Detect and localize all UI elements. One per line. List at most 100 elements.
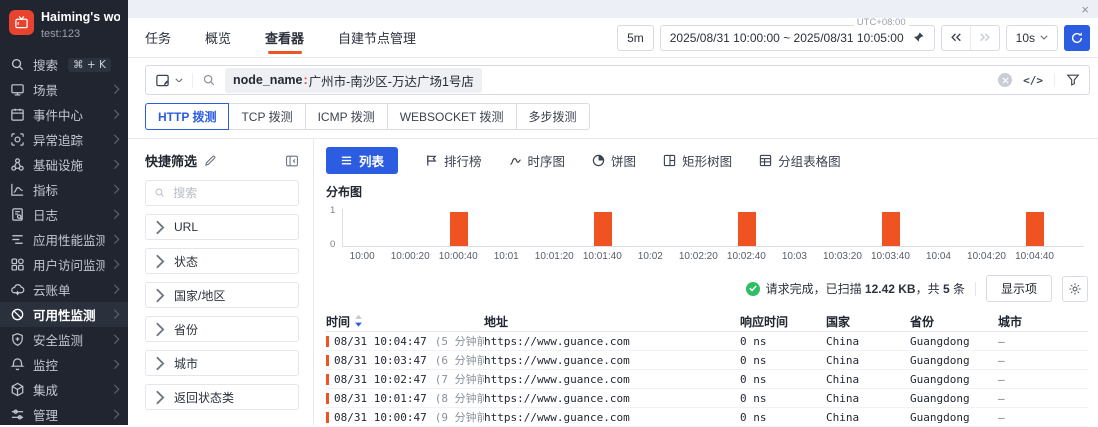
row-url: https://www.guance.com	[484, 373, 740, 386]
filter-item-province[interactable]: 省份	[145, 316, 299, 342]
management-icon	[10, 407, 25, 422]
sidebar-item-infrastructure[interactable]: 基础设施	[0, 152, 128, 177]
sidebar-item-event-center[interactable]: 事件中心	[0, 102, 128, 127]
view-tab-treemap[interactable]: 矩形树图	[663, 147, 732, 174]
double-chevron-left-icon	[950, 33, 962, 42]
logs-icon	[10, 207, 25, 222]
chevron-right-icon	[113, 284, 120, 295]
sidebar-item-scenes[interactable]: 场景	[0, 77, 128, 102]
filter-item-return-status-class[interactable]: 返回状态类	[145, 384, 299, 410]
time-back-button[interactable]	[942, 26, 970, 50]
collapse-panel-icon[interactable]	[285, 154, 299, 168]
time-forward-button[interactable]	[970, 26, 999, 50]
filter-item-status[interactable]: 状态	[145, 248, 299, 274]
sidebar-search[interactable]: 搜索 ⌘ + K	[0, 52, 128, 77]
column-header-response[interactable]: 响应时间	[740, 313, 826, 330]
query-search-box[interactable]: node_name:广州市-南沙区-万达广场1号店 </>	[145, 65, 1090, 95]
row-url: https://www.guance.com	[484, 392, 740, 405]
distribution-bar[interactable]	[450, 212, 468, 246]
sidebar-item-error-tracing[interactable]: 异常追踪	[0, 127, 128, 152]
tab-overview[interactable]: 概览	[205, 18, 231, 57]
column-header-url[interactable]: 地址	[484, 313, 740, 330]
table-row[interactable]: 08/31 10:04:47 (5 分钟前) https://www.guanc…	[326, 332, 1088, 351]
distribution-chart: 分布图 1 0 10:0010:00:2010:00:4010:0110:01:…	[326, 183, 1088, 264]
time-controls: 5m UTC+08:00 2025/08/31 10:00:00 ~ 2025/…	[617, 25, 1090, 51]
sidebar-item-cloud-billing[interactable]: 云账单	[0, 277, 128, 302]
sidebar-item-management[interactable]: 管理	[0, 402, 128, 425]
sidebar-item-availability[interactable]: 可用性监测	[0, 302, 128, 327]
sidebar-item-rum[interactable]: 用户访问监测	[0, 252, 128, 277]
chevron-right-icon	[155, 288, 165, 303]
tab-tasks[interactable]: 任务	[145, 18, 171, 57]
sidebar-menu: 场景 事件中心 异常追踪 基础设施 指标 日志 应用性能监测 用户访问监测 云账…	[0, 77, 128, 425]
view-tab-timeseries[interactable]: 时序图	[509, 147, 566, 174]
pin-icon[interactable]	[912, 31, 925, 44]
distribution-bar[interactable]	[738, 212, 756, 246]
clear-query-icon[interactable]	[998, 73, 1012, 87]
probe-tab-tcp[interactable]: TCP 拨测	[228, 103, 305, 130]
probe-tab-multi-step[interactable]: 多步拨测	[516, 103, 590, 130]
column-header-province[interactable]: 省份	[910, 313, 998, 330]
refresh-interval-dropdown[interactable]: 10s	[1006, 25, 1058, 51]
chevron-right-icon	[113, 384, 120, 395]
x-tick-label: 10:01:20	[535, 251, 574, 262]
tab-node-management[interactable]: 自建节点管理	[338, 18, 416, 57]
table-row[interactable]: 08/31 10:00:47 (9 分钟前) https://www.guanc…	[326, 408, 1088, 427]
view-tab-ranking[interactable]: 排行榜	[425, 147, 482, 174]
probe-tab-http[interactable]: HTTP 拨测	[145, 103, 229, 130]
advanced-filter-icon[interactable]	[1054, 73, 1080, 87]
probe-tab-icmp[interactable]: ICMP 拨测	[305, 103, 388, 130]
table-row[interactable]: 08/31 10:03:47 (6 分钟前) https://www.guanc…	[326, 351, 1088, 370]
sidebar-item-apm[interactable]: 应用性能监测	[0, 227, 128, 252]
sidebar-item-metrics[interactable]: 指标	[0, 177, 128, 202]
events-icon	[10, 107, 25, 122]
display-columns-button[interactable]: 显示项	[986, 275, 1052, 302]
code-mode-icon[interactable]: </>	[1023, 74, 1043, 87]
row-status-marker	[326, 412, 329, 423]
time-step-buttons	[941, 25, 1000, 51]
view-tab-pie[interactable]: 饼图	[592, 147, 636, 174]
sort-icon[interactable]	[354, 314, 363, 328]
quick-range-button[interactable]: 5m	[617, 25, 654, 51]
sidebar-item-security[interactable]: 安全监测	[0, 327, 128, 352]
filter-item-city[interactable]: 城市	[145, 350, 299, 376]
view-tab-grouped-table[interactable]: 分组表格图	[759, 147, 841, 174]
row-city: –	[998, 392, 1088, 405]
query-status: 请求完成，已扫描 12.42 KB，共 5 条	[746, 280, 965, 297]
timezone-label: UTC+08:00	[854, 18, 909, 28]
time-range-picker[interactable]: 2025/08/31 10:00:00 ~ 2025/08/31 10:05:0…	[660, 25, 935, 51]
content: × 任务概览查看器自建节点管理 5m UTC+08:00 2025/08/31 …	[128, 0, 1098, 425]
filter-item-url[interactable]: URL	[145, 214, 299, 240]
sidebar-item-logs[interactable]: 日志	[0, 202, 128, 227]
tab-viewer[interactable]: 查看器	[265, 18, 304, 57]
sidebar-item-integration[interactable]: 集成	[0, 377, 128, 402]
view-tab-list[interactable]: 列表	[326, 147, 398, 174]
refresh-button[interactable]	[1064, 25, 1090, 51]
billing-icon	[10, 282, 25, 297]
edit-filters-icon[interactable]	[204, 154, 217, 167]
table-row[interactable]: 08/31 10:01:47 (8 分钟前) https://www.guanc…	[326, 389, 1088, 408]
probe-tab-websocket[interactable]: WEBSOCKET 拨测	[387, 103, 517, 130]
distribution-bar[interactable]	[1026, 212, 1044, 246]
column-header-city[interactable]: 城市	[998, 313, 1088, 330]
chevron-right-icon	[155, 220, 165, 235]
table-header-row: 时间 地址 响应时间 国家 省份 城市	[326, 311, 1088, 332]
filter-search-input[interactable]	[171, 185, 290, 201]
table-settings-button[interactable]	[1062, 276, 1088, 302]
row-time: 08/31 10:01:47	[334, 392, 427, 405]
close-icon[interactable]: ×	[1081, 3, 1089, 16]
scenes-icon	[10, 82, 25, 97]
distribution-bar[interactable]	[882, 212, 900, 246]
chevron-right-icon	[113, 409, 120, 420]
column-header-time[interactable]: 时间	[326, 313, 484, 330]
table-row[interactable]: 08/31 10:02:47 (7 分钟前) https://www.guanc…	[326, 370, 1088, 389]
column-header-country[interactable]: 国家	[826, 313, 910, 330]
saved-views-dropdown[interactable]	[155, 73, 193, 88]
filter-item-country-region[interactable]: 国家/地区	[145, 282, 299, 308]
distribution-bar[interactable]	[594, 212, 612, 246]
sidebar-item-monitoring[interactable]: 监控	[0, 352, 128, 377]
row-status-marker	[326, 374, 329, 385]
workspace-switcher[interactable]: Haiming's work... test:123	[0, 6, 128, 48]
x-tick-label: 10:01:40	[583, 251, 622, 262]
query-filter-tag[interactable]: node_name:广州市-南沙区-万达广场1号店	[225, 68, 482, 93]
